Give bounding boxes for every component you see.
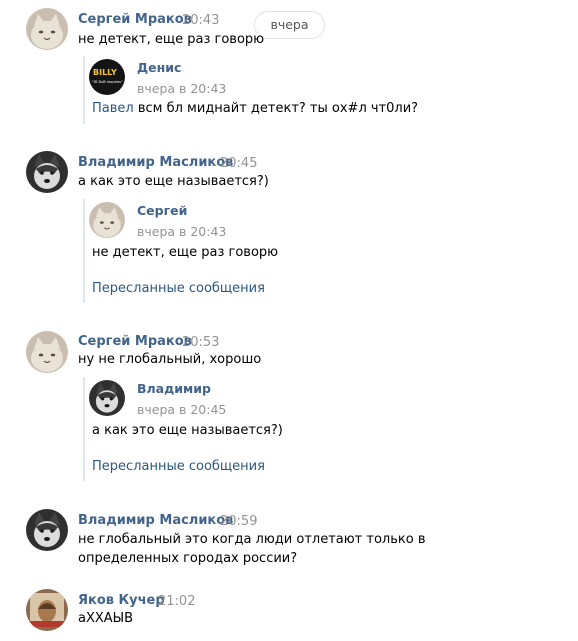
forwarded-author[interactable]: Денис [137,60,181,75]
cat-avatar-icon [89,202,125,238]
forwarded-avatar[interactable] [89,380,125,416]
husky-avatar-icon [89,380,125,416]
message-time[interactable]: 20:53 [182,335,219,350]
forwarded-message: BILLY "ID DxB requires" Денис вчера в 20… [83,56,545,124]
mention-link[interactable]: Павел [92,101,134,116]
date-divider: вчера [254,11,325,39]
forwarded-text: не детект, еще раз говорю [92,245,279,260]
forwarded-time[interactable]: вчера в 20:45 [137,402,226,417]
husky-avatar-icon [26,509,68,551]
forwarded-message: Сергей вчера в 20:43 не детект, еще раз … [83,199,545,303]
forwarded-text-body: всм бл миднайт детект? ты ох#л чт0ли? [133,101,419,116]
message-text: а как это еще называется?) [78,174,269,189]
avatar[interactable] [26,509,68,551]
message-time[interactable]: 20:45 [220,156,257,171]
message-time[interactable]: 20:59 [220,514,257,529]
message-time[interactable]: 20:43 [182,13,219,28]
forwarded-message: Владимир вчера в 20:45 а как это еще наз… [83,377,545,481]
message-text: не глобальный это когда люди отлетают то… [78,532,426,566]
avatar[interactable] [26,8,68,50]
message-text: ну не глобальный, хорошо [78,352,262,367]
message-author[interactable]: Сергей Мраков [78,12,192,27]
message-text: не детект, еще раз говорю [78,32,265,47]
forwarded-avatar[interactable] [89,202,125,238]
avatar[interactable] [26,151,68,193]
message-author[interactable]: Сергей Мраков [78,334,192,349]
cat-avatar-icon [26,331,68,373]
avatar[interactable] [26,589,68,631]
svg-text:"ID DxB requires": "ID DxB requires" [92,80,123,84]
message-author[interactable]: Владимир Масликов [78,155,233,170]
avatar[interactable] [26,331,68,373]
billy-logo-icon: BILLY "ID DxB requires" [89,59,125,95]
photo-avatar-icon [26,589,68,631]
forwarded-time[interactable]: вчера в 20:43 [137,81,226,96]
cat-avatar-icon [26,8,68,50]
message-text: аХХАЫВ [78,611,134,626]
forwarded-messages-link[interactable]: Пересланные сообщения [92,459,265,474]
forwarded-time[interactable]: вчера в 20:43 [137,224,226,239]
forwarded-author[interactable]: Сергей [137,203,187,218]
message-time[interactable]: 21:02 [158,594,195,609]
husky-avatar-icon [26,151,68,193]
forwarded-author[interactable]: Владимир [137,381,211,396]
forwarded-messages-link[interactable]: Пересланные сообщения [92,281,265,296]
svg-text:BILLY: BILLY [93,68,117,77]
forwarded-text: Павел всм бл миднайт детект? ты ох#л чт0… [92,101,418,116]
message-author[interactable]: Яков Кучер [78,593,165,608]
forwarded-avatar[interactable]: BILLY "ID DxB requires" [89,59,125,95]
message-author[interactable]: Владимир Масликов [78,513,233,528]
forwarded-text: а как это еще называется?) [92,423,283,438]
